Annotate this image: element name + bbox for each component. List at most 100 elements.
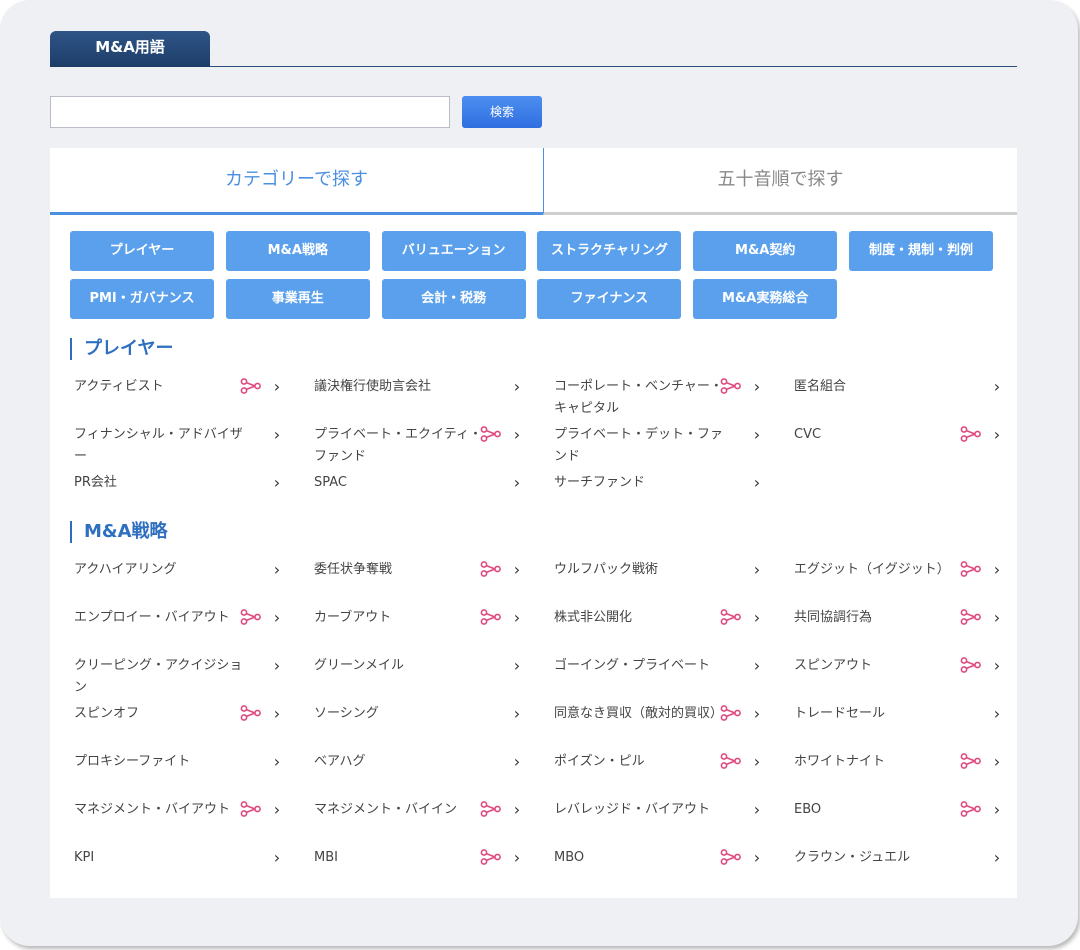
related-terms-icon[interactable]: [480, 849, 502, 865]
term-item[interactable]: マネジメント・バイイン ›: [314, 799, 522, 843]
category-chip[interactable]: 会計・税務: [381, 279, 526, 319]
term-label: ベアハグ: [314, 754, 366, 769]
app-window: M&A用語 検索 カテゴリーで探す 五十音順で探す プレイヤー M&A戦略 バリュエ…: [0, 0, 1078, 946]
page-title-tab: M&A用語: [50, 31, 210, 67]
term-item[interactable]: プロキシーファイト ›: [74, 751, 282, 795]
category-chip[interactable]: M&A戦略: [225, 231, 370, 271]
related-terms-icon[interactable]: [720, 705, 742, 721]
term-item[interactable]: SPAC ›: [314, 472, 522, 516]
term-label: スピンアウト: [794, 658, 873, 673]
related-terms-icon[interactable]: [960, 609, 982, 625]
term-item[interactable]: ホワイトナイト ›: [794, 751, 1002, 795]
search-input[interactable]: [50, 96, 450, 128]
term-item[interactable]: ゴーイング・プライベート ›: [554, 655, 762, 699]
related-terms-icon[interactable]: [720, 753, 742, 769]
term-item[interactable]: コーポレート・ベンチャー・キャピタル ›: [554, 376, 762, 420]
category-chip[interactable]: バリュエーション: [381, 231, 526, 271]
term-item[interactable]: 匿名組合 ›: [794, 376, 1002, 420]
term-item[interactable]: 株式非公開化 ›: [554, 607, 762, 651]
related-terms-icon[interactable]: [720, 849, 742, 865]
term-item[interactable]: ウルフパック戦術 ›: [554, 559, 762, 603]
chevron-right-icon: ›: [273, 377, 281, 396]
term-item[interactable]: スピンアウト ›: [794, 655, 1002, 699]
category-chip[interactable]: M&A契約: [693, 231, 838, 271]
term-item[interactable]: フィナンシャル・アドバイザー ›: [74, 424, 282, 468]
related-terms-icon[interactable]: [720, 609, 742, 625]
term-item[interactable]: MBI ›: [314, 847, 522, 891]
term-item[interactable]: スピンオフ ›: [74, 703, 282, 747]
category-chip[interactable]: 事業再生: [225, 279, 370, 319]
term-label: マネジメント・バイイン: [314, 802, 458, 817]
chevron-right-icon: ›: [753, 704, 761, 723]
related-terms-icon[interactable]: [480, 801, 502, 817]
chevron-right-icon: ›: [273, 473, 281, 492]
term-item[interactable]: ソーシング ›: [314, 703, 522, 747]
term-item[interactable]: マネジメント・バイアウト ›: [74, 799, 282, 843]
related-terms-icon[interactable]: [960, 657, 982, 673]
chevron-right-icon: ›: [513, 377, 521, 396]
term-item[interactable]: クリーピング・アクイジション ›: [74, 655, 282, 699]
term-item[interactable]: CVC ›: [794, 424, 1002, 468]
chevron-right-icon: ›: [993, 425, 1001, 444]
related-terms-icon[interactable]: [240, 705, 262, 721]
term-item[interactable]: 同意なき買収（敵対的買収） ›: [554, 703, 762, 747]
related-terms-icon[interactable]: [960, 753, 982, 769]
term-label: MBI: [314, 850, 338, 865]
term-item[interactable]: カーブアウト ›: [314, 607, 522, 651]
chevron-right-icon: ›: [753, 608, 761, 627]
term-item[interactable]: クラウン・ジュエル ›: [794, 847, 1002, 891]
tab-kana[interactable]: 五十音順で探す: [543, 148, 1017, 215]
tab-category[interactable]: カテゴリーで探す: [50, 148, 543, 215]
chevron-right-icon: ›: [993, 608, 1001, 627]
chevron-right-icon: ›: [273, 848, 281, 867]
term-item[interactable]: EBO ›: [794, 799, 1002, 843]
term-item[interactable]: プライベート・エクイティ・ファンド ›: [314, 424, 522, 468]
term-item[interactable]: サーチファンド ›: [554, 472, 762, 516]
chevron-right-icon: ›: [273, 608, 281, 627]
term-item[interactable]: アクハイアリング ›: [74, 559, 282, 603]
category-chip[interactable]: ストラクチャリング: [537, 231, 682, 271]
related-terms-icon[interactable]: [960, 426, 982, 442]
category-chip[interactable]: プレイヤー: [70, 231, 214, 271]
related-terms-icon[interactable]: [960, 561, 982, 577]
term-item[interactable]: トレードセール ›: [794, 703, 1002, 747]
related-terms-icon[interactable]: [480, 609, 502, 625]
related-terms-icon[interactable]: [240, 801, 262, 817]
chevron-right-icon: ›: [753, 848, 761, 867]
chevron-right-icon: ›: [273, 560, 281, 579]
chevron-right-icon: ›: [753, 377, 761, 396]
chevron-right-icon: ›: [513, 848, 521, 867]
category-chip[interactable]: 制度・規制・判例: [849, 231, 993, 271]
term-item[interactable]: 議決権行使助言会社 ›: [314, 376, 522, 420]
term-item[interactable]: MBO ›: [554, 847, 762, 891]
related-terms-icon[interactable]: [480, 426, 502, 442]
related-terms-icon[interactable]: [240, 378, 262, 394]
header-bar: M&A用語: [50, 31, 1017, 67]
search-button[interactable]: 検索: [462, 96, 542, 128]
term-item[interactable]: ベアハグ ›: [314, 751, 522, 795]
term-item[interactable]: プライベート・デット・ファンド ›: [554, 424, 762, 468]
chevron-right-icon: ›: [513, 656, 521, 675]
term-item[interactable]: PR会社 ›: [74, 472, 282, 516]
term-label: コーポレート・ベンチャー・キャピタル: [554, 379, 723, 416]
category-chip[interactable]: ファイナンス: [537, 279, 682, 319]
term-item[interactable]: レバレッジド・バイアウト ›: [554, 799, 762, 843]
term-item[interactable]: 共同協調行為 ›: [794, 607, 1002, 651]
term-item[interactable]: アクティビスト ›: [74, 376, 282, 420]
term-item[interactable]: グリーンメイル ›: [314, 655, 522, 699]
term-label: フィナンシャル・アドバイザー: [74, 427, 243, 464]
term-item[interactable]: エンプロイー・バイアウト ›: [74, 607, 282, 651]
term-item[interactable]: ポイズン・ピル ›: [554, 751, 762, 795]
related-terms-icon[interactable]: [240, 609, 262, 625]
category-chip[interactable]: M&A実務総合: [693, 279, 838, 319]
term-item[interactable]: エグジット（イグジット） ›: [794, 559, 1002, 603]
related-terms-icon[interactable]: [720, 378, 742, 394]
term-item[interactable]: 委任状争奪戦 ›: [314, 559, 522, 603]
related-terms-icon[interactable]: [960, 801, 982, 817]
chevron-right-icon: ›: [513, 560, 521, 579]
term-item[interactable]: KPI ›: [74, 847, 282, 891]
related-terms-icon[interactable]: [480, 561, 502, 577]
category-chip[interactable]: PMI・ガバナンス: [70, 279, 214, 319]
chevron-right-icon: ›: [513, 704, 521, 723]
term-label: ソーシング: [314, 706, 379, 721]
